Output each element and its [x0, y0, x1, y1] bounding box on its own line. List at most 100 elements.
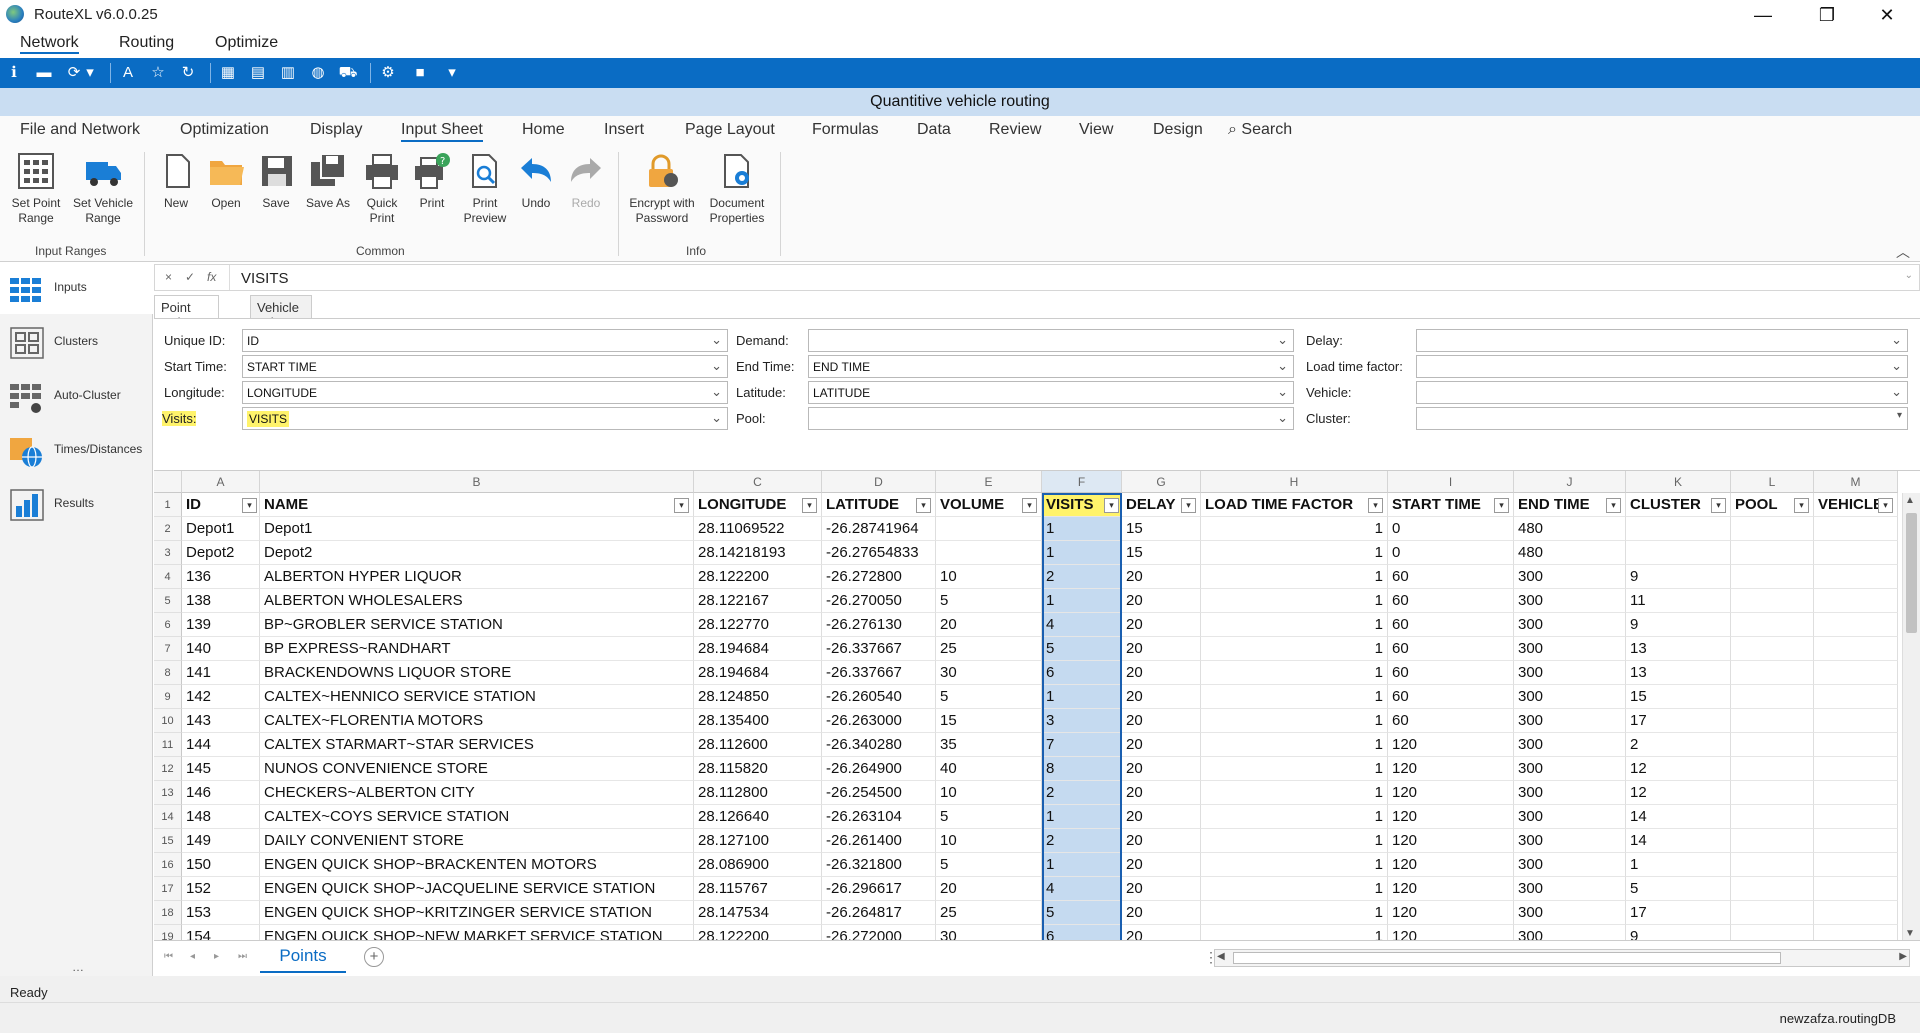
- table-cell[interactable]: CALTEX~COYS SERVICE STATION: [260, 805, 694, 829]
- row-number[interactable]: 9: [154, 685, 182, 709]
- header-cell[interactable]: LOAD TIME FACTOR: [1201, 493, 1388, 517]
- nav-results[interactable]: Results: [0, 478, 153, 530]
- table-cell[interactable]: 300: [1514, 805, 1626, 829]
- table-cell[interactable]: 28.147534: [694, 901, 822, 925]
- set-point-range-button[interactable]: Set Point Range: [6, 152, 66, 226]
- row-number[interactable]: 12: [154, 757, 182, 781]
- quick-print-button[interactable]: Quick Print: [362, 152, 402, 226]
- table-cell[interactable]: [1626, 517, 1731, 541]
- table-cell[interactable]: [1814, 613, 1898, 637]
- row-number[interactable]: 15: [154, 829, 182, 853]
- load-time-factor-select[interactable]: ⌄: [1416, 355, 1908, 378]
- table-cell[interactable]: 2: [1626, 733, 1731, 757]
- column-header-l[interactable]: L: [1731, 471, 1814, 493]
- table-cell[interactable]: 15: [1122, 541, 1201, 565]
- column-header-i[interactable]: I: [1388, 471, 1514, 493]
- add-sheet-icon[interactable]: +: [364, 947, 384, 967]
- table-cell[interactable]: 2: [1042, 565, 1122, 589]
- table-cell[interactable]: 11: [1626, 589, 1731, 613]
- collapse-ribbon-icon[interactable]: ︿: [1896, 242, 1910, 262]
- table-cell[interactable]: 1: [1042, 517, 1122, 541]
- table-cell[interactable]: 3: [1042, 709, 1122, 733]
- formula-cancel-button[interactable]: ×: [165, 270, 172, 284]
- tab-home[interactable]: Home: [522, 121, 565, 139]
- table-cell[interactable]: 120: [1388, 733, 1514, 757]
- table-cell[interactable]: 140: [182, 637, 260, 661]
- table-cell[interactable]: Depot1: [260, 517, 694, 541]
- table-cell[interactable]: ENGEN QUICK SHOP~JACQUELINE SERVICE STAT…: [260, 877, 694, 901]
- column-header-m[interactable]: M: [1814, 471, 1898, 493]
- table-cell[interactable]: 14: [1626, 829, 1731, 853]
- chevron-down-icon[interactable]: ▾: [442, 63, 462, 83]
- table-cell[interactable]: 28.115820: [694, 757, 822, 781]
- vertical-scrollbar[interactable]: ▲ ▼: [1902, 493, 1920, 941]
- truck-icon[interactable]: ⛟: [338, 63, 358, 83]
- table-cell[interactable]: 480: [1514, 517, 1626, 541]
- table-cell[interactable]: 20: [1122, 661, 1201, 685]
- table-cell[interactable]: 1: [1201, 517, 1388, 541]
- table-cell[interactable]: 28.122770: [694, 613, 822, 637]
- column-header-f[interactable]: F: [1042, 471, 1122, 493]
- table-cell[interactable]: 20: [1122, 709, 1201, 733]
- table-cell[interactable]: 150: [182, 853, 260, 877]
- table-cell[interactable]: 1: [1626, 853, 1731, 877]
- table-cell[interactable]: 300: [1514, 853, 1626, 877]
- table-cell[interactable]: Depot2: [182, 541, 260, 565]
- table-cell[interactable]: 1: [1201, 877, 1388, 901]
- table-cell[interactable]: [1731, 805, 1814, 829]
- table-cell[interactable]: [1814, 685, 1898, 709]
- table-cell[interactable]: 120: [1388, 781, 1514, 805]
- sheet-icon[interactable]: ▤: [248, 63, 268, 83]
- table-cell[interactable]: 60: [1388, 565, 1514, 589]
- table-cell[interactable]: 300: [1514, 709, 1626, 733]
- last-sheet-icon[interactable]: ⏭: [238, 951, 247, 962]
- table-cell[interactable]: 5: [936, 853, 1042, 877]
- table-cell[interactable]: 60: [1388, 685, 1514, 709]
- tab-formulas[interactable]: Formulas: [812, 121, 879, 139]
- filter-dropdown-icon[interactable]: ▾: [1181, 498, 1196, 513]
- table-cell[interactable]: BP~GROBLER SERVICE STATION: [260, 613, 694, 637]
- table-cell[interactable]: -26.296617: [822, 877, 936, 901]
- table-cell[interactable]: 7: [1042, 733, 1122, 757]
- table-cell[interactable]: ENGEN QUICK SHOP~BRACKENTEN MOTORS: [260, 853, 694, 877]
- tab-data[interactable]: Data: [917, 121, 951, 139]
- column-header-c[interactable]: C: [694, 471, 822, 493]
- table-cell[interactable]: [1814, 757, 1898, 781]
- row-number[interactable]: 16: [154, 853, 182, 877]
- table-cell[interactable]: [1731, 853, 1814, 877]
- table-cell[interactable]: 20: [1122, 613, 1201, 637]
- table-cell[interactable]: 1: [1201, 565, 1388, 589]
- vehicle-select[interactable]: ⌄: [1416, 381, 1908, 404]
- row-number[interactable]: 4: [154, 565, 182, 589]
- table-cell[interactable]: [1731, 613, 1814, 637]
- sheet-tab-points[interactable]: Points: [260, 941, 346, 973]
- table-cell[interactable]: NUNOS CONVENIENCE STORE: [260, 757, 694, 781]
- filter-dropdown-icon[interactable]: ▾: [1878, 498, 1893, 513]
- tab-point-columns[interactable]: Point Columns: [154, 295, 220, 330]
- table-cell[interactable]: 4: [1042, 877, 1122, 901]
- table-cell[interactable]: [1731, 685, 1814, 709]
- table-cell[interactable]: 20: [1122, 589, 1201, 613]
- row-number[interactable]: 17: [154, 877, 182, 901]
- table-cell[interactable]: [1731, 733, 1814, 757]
- tab-display[interactable]: Display: [310, 121, 362, 139]
- table-cell[interactable]: 28.122200: [694, 565, 822, 589]
- table-cell[interactable]: 28.135400: [694, 709, 822, 733]
- table-cell[interactable]: 2: [1042, 829, 1122, 853]
- table-cell[interactable]: Depot1: [182, 517, 260, 541]
- table-cell[interactable]: [1731, 877, 1814, 901]
- table-cell[interactable]: 25: [936, 901, 1042, 925]
- header-cell[interactable]: NAME: [260, 493, 694, 517]
- table-cell[interactable]: -26.263104: [822, 805, 936, 829]
- table-cell[interactable]: 146: [182, 781, 260, 805]
- grid-icon[interactable]: ▦: [218, 63, 238, 83]
- table-cell[interactable]: CHECKERS~ALBERTON CITY: [260, 781, 694, 805]
- table-cell[interactable]: 1: [1201, 901, 1388, 925]
- delay-select[interactable]: ⌄: [1416, 329, 1908, 352]
- table-cell[interactable]: [1626, 541, 1731, 565]
- row-number[interactable]: 14: [154, 805, 182, 829]
- table-cell[interactable]: 28.194684: [694, 661, 822, 685]
- formula-expand-icon[interactable]: ⌄: [1905, 270, 1913, 281]
- table-cell[interactable]: 9: [1626, 565, 1731, 589]
- table-cell[interactable]: -26.261400: [822, 829, 936, 853]
